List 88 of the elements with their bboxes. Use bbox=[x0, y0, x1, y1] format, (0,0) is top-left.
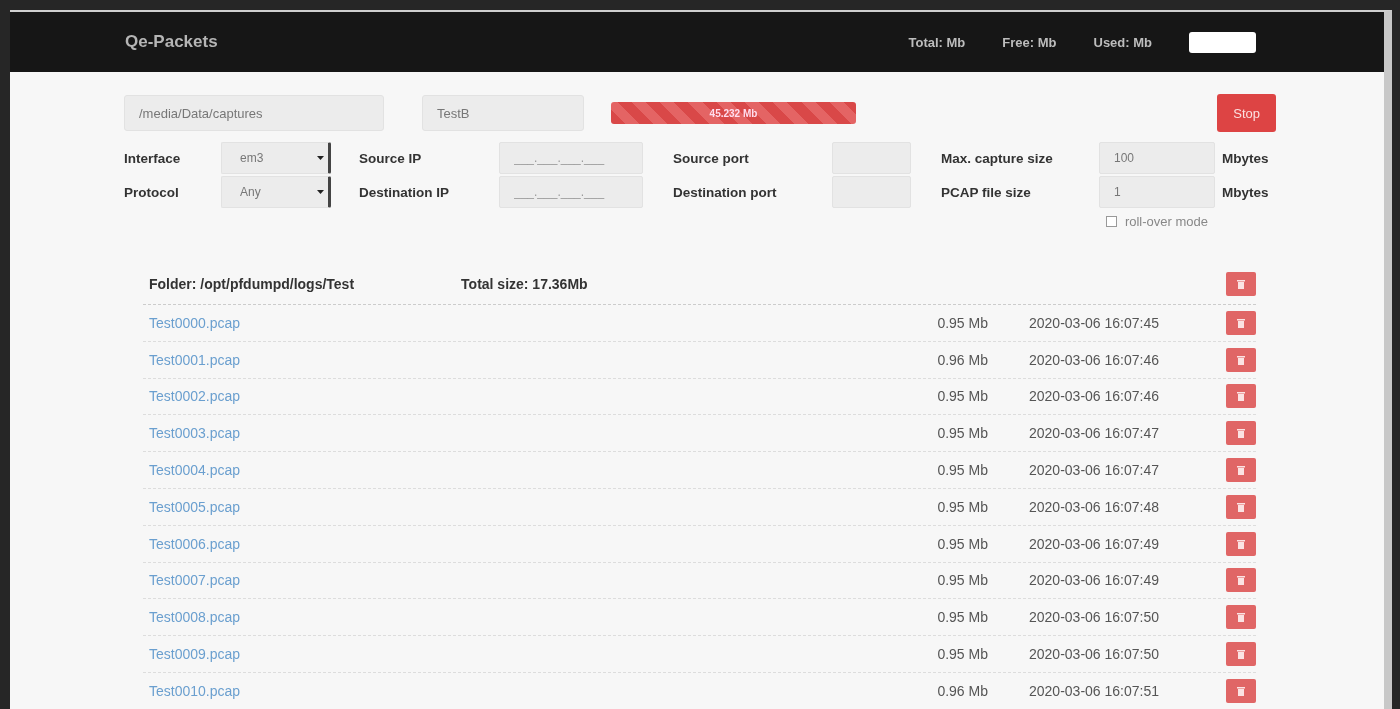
disk-stat: Used: Mb bbox=[1093, 34, 1152, 50]
trash-icon bbox=[1237, 538, 1245, 549]
field-label: PCAP file size bbox=[941, 184, 1032, 200]
unit-label: Mbytes bbox=[1221, 150, 1270, 166]
file-link[interactable]: Test0002.pcap bbox=[149, 388, 868, 405]
trash-icon bbox=[1237, 317, 1245, 328]
file-date: 2020-03-06 16:07:48 bbox=[1029, 498, 1160, 515]
trash-icon bbox=[1237, 649, 1245, 660]
delete-button[interactable] bbox=[1226, 494, 1256, 519]
caret-icon bbox=[317, 156, 324, 160]
trash-icon bbox=[1237, 575, 1245, 586]
file-link[interactable]: Test0009.pcap bbox=[149, 646, 868, 663]
file-date: 2020-03-06 16:07:45 bbox=[1029, 314, 1160, 331]
delete-button[interactable] bbox=[1226, 384, 1256, 409]
dropdown[interactable]: Any bbox=[221, 176, 331, 208]
file-date: 2020-03-06 16:07:49 bbox=[1029, 572, 1160, 589]
trash-icon bbox=[1237, 279, 1245, 289]
path-field[interactable]: /media/Data/captures bbox=[124, 95, 384, 131]
file-size: 0.95 Mb bbox=[936, 498, 988, 515]
caret-icon bbox=[317, 190, 324, 194]
file-size: 0.95 Mb bbox=[936, 535, 988, 552]
input-field[interactable]: ___.___.___.___ bbox=[499, 142, 643, 174]
file-size: 0.95 Mb bbox=[936, 609, 988, 626]
file-size: 0.95 Mb bbox=[936, 388, 988, 405]
file-link[interactable]: Test0004.pcap bbox=[149, 462, 868, 479]
file-size: 0.95 Mb bbox=[936, 572, 988, 589]
field-label: Protocol bbox=[124, 184, 180, 200]
file-date: 2020-03-06 16:07:46 bbox=[1029, 351, 1160, 368]
file-size: 0.95 Mb bbox=[936, 425, 988, 442]
input-field[interactable]: 1 bbox=[1099, 176, 1215, 208]
rollover-label: roll-over mode bbox=[1124, 214, 1208, 229]
file-link[interactable]: Test0008.pcap bbox=[149, 609, 868, 626]
disk-stat: Total: Mb bbox=[908, 34, 966, 50]
file-size: 0.95 Mb bbox=[936, 314, 988, 331]
delete-button[interactable] bbox=[1226, 678, 1256, 703]
file-date: 2020-03-06 16:07:47 bbox=[1029, 462, 1160, 479]
disk-stat: Free: Mb bbox=[1002, 34, 1057, 50]
file-link[interactable]: Test0005.pcap bbox=[149, 498, 868, 515]
file-link[interactable]: Test0003.pcap bbox=[149, 425, 868, 442]
dropdown[interactable]: em3 bbox=[221, 142, 331, 174]
file-link[interactable]: Test0006.pcap bbox=[149, 535, 868, 552]
trash-icon bbox=[1237, 465, 1245, 476]
delete-button[interactable] bbox=[1226, 531, 1256, 556]
delete-button[interactable] bbox=[1226, 642, 1256, 667]
trash-icon bbox=[1237, 612, 1245, 623]
field-label: Destination port bbox=[673, 184, 778, 200]
file-size: 0.95 Mb bbox=[936, 646, 988, 663]
file-link[interactable]: Test0000.pcap bbox=[149, 314, 868, 331]
app-title: Qe-Packets bbox=[125, 32, 219, 52]
file-link[interactable]: Test0007.pcap bbox=[149, 572, 868, 589]
file-size: 0.95 Mb bbox=[936, 462, 988, 479]
blank-field[interactable] bbox=[1189, 31, 1256, 53]
file-size: 0.96 Mb bbox=[936, 682, 988, 699]
input-field[interactable]: 100 bbox=[1099, 142, 1215, 174]
field-label: Source IP bbox=[359, 150, 423, 166]
delete-button[interactable] bbox=[1226, 421, 1256, 446]
delete-button[interactable] bbox=[1226, 568, 1256, 593]
unit-label: Mbytes bbox=[1221, 184, 1270, 200]
field-label: Interface bbox=[124, 150, 182, 166]
file-date: 2020-03-06 16:07:46 bbox=[1029, 388, 1160, 405]
delete-button[interactable] bbox=[1226, 605, 1256, 630]
stop-button[interactable]: Stop bbox=[1217, 94, 1276, 132]
file-link[interactable]: Test0001.pcap bbox=[149, 351, 868, 368]
field-label: Max. capture size bbox=[941, 150, 1054, 166]
field-label: Source port bbox=[673, 150, 750, 166]
delete-button[interactable] bbox=[1226, 458, 1256, 483]
folder-path: Folder: /opt/pfdumpd/logs/Test bbox=[149, 276, 355, 292]
field-label: Destination IP bbox=[359, 184, 450, 200]
input-field[interactable]: ___.___.___.___ bbox=[499, 176, 643, 208]
delete-button[interactable] bbox=[1226, 347, 1256, 372]
file-date: 2020-03-06 16:07:50 bbox=[1029, 609, 1160, 626]
trash-icon bbox=[1237, 391, 1245, 402]
trash-icon bbox=[1237, 428, 1245, 439]
trash-icon bbox=[1237, 685, 1245, 696]
progress-reading: 45.232 Mb bbox=[709, 107, 758, 119]
checkbox[interactable] bbox=[1105, 216, 1117, 227]
file-date: 2020-03-06 16:07:47 bbox=[1029, 425, 1160, 442]
file-link[interactable]: Test0010.pcap bbox=[149, 682, 868, 699]
trash-icon bbox=[1237, 501, 1245, 512]
name-field[interactable]: TestB bbox=[422, 95, 584, 131]
delete-button[interactable] bbox=[1226, 272, 1256, 296]
file-date: 2020-03-06 16:07:49 bbox=[1029, 535, 1160, 552]
file-date: 2020-03-06 16:07:51 bbox=[1029, 682, 1160, 699]
file-date: 2020-03-06 16:07:50 bbox=[1029, 646, 1160, 663]
trash-icon bbox=[1237, 354, 1245, 365]
file-size: 0.96 Mb bbox=[936, 351, 988, 368]
delete-button[interactable] bbox=[1226, 310, 1256, 335]
total-size: Total size: 17.36Mb bbox=[461, 276, 589, 292]
